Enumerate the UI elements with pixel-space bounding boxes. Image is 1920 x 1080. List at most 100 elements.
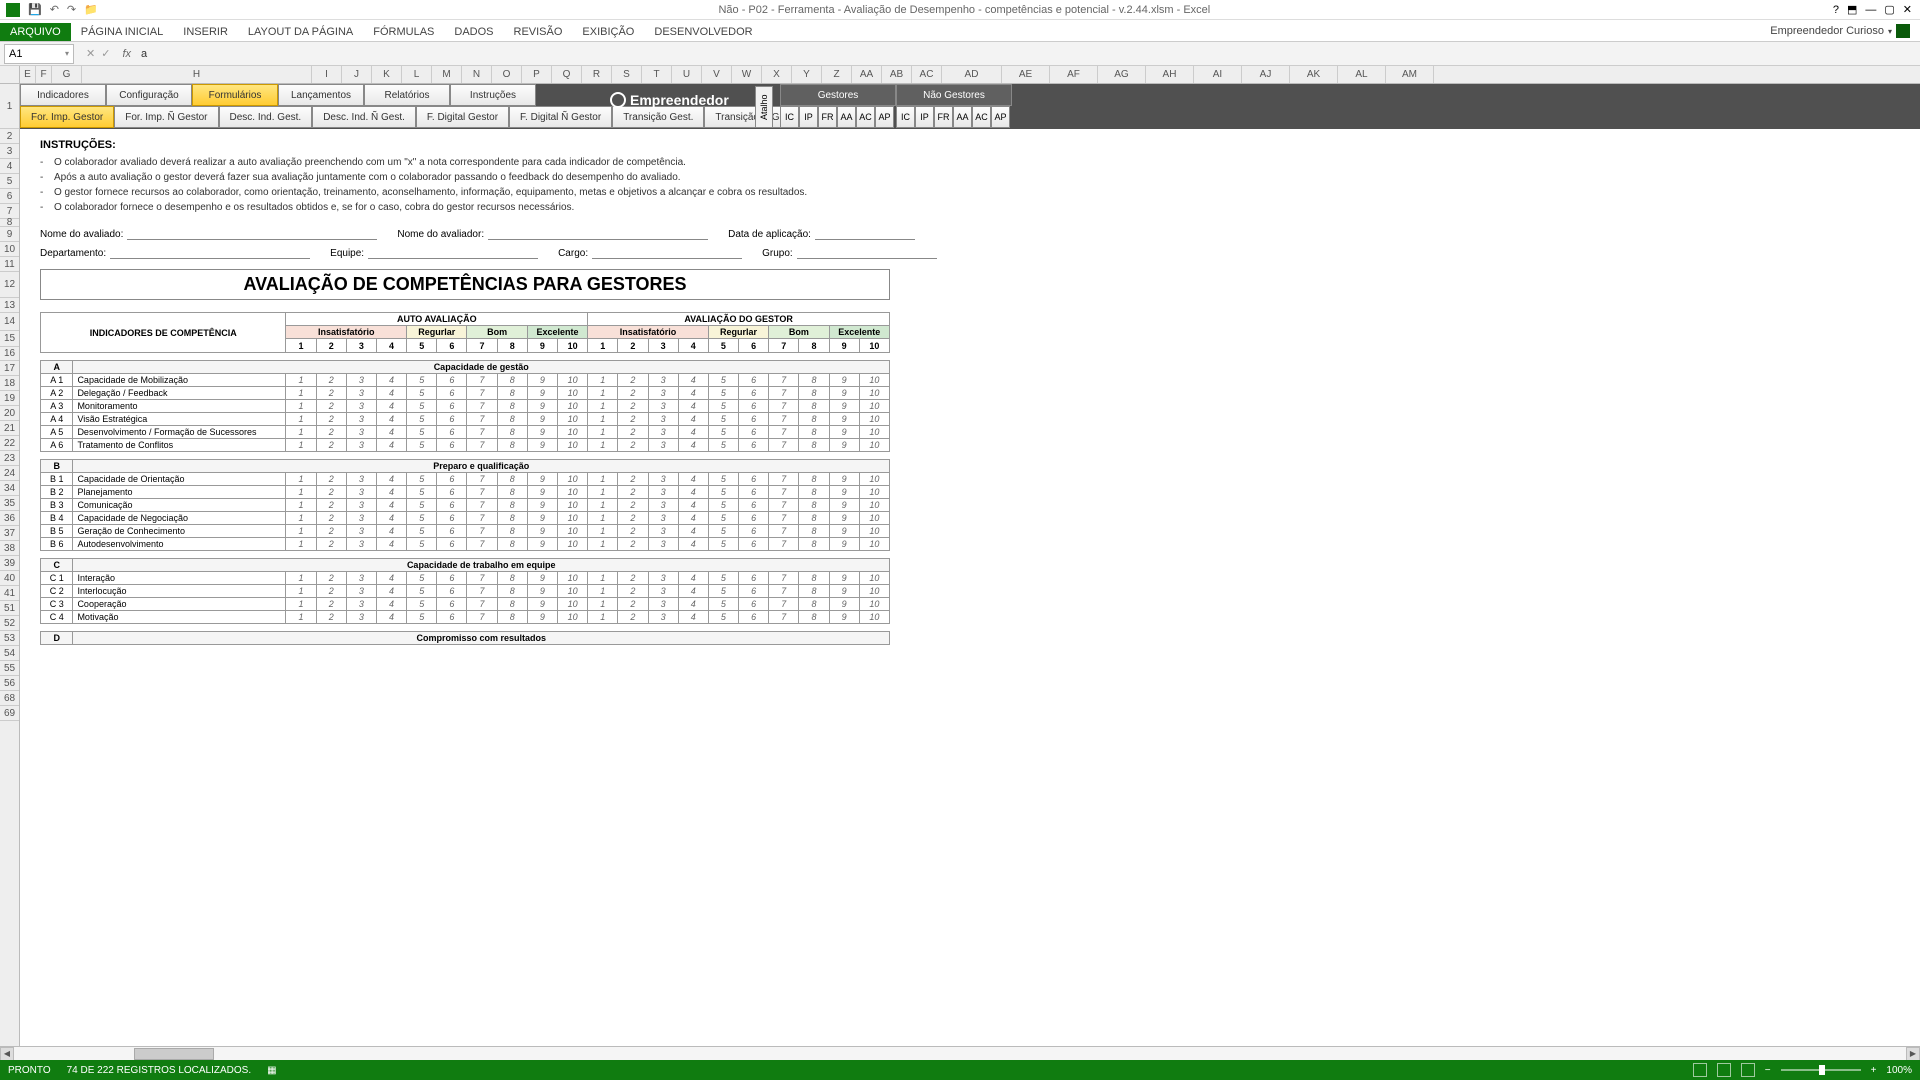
rating-cell[interactable]: 3 xyxy=(346,439,376,452)
rating-cell[interactable]: 5 xyxy=(708,525,738,538)
rating-cell[interactable]: 10 xyxy=(557,400,587,413)
rating-cell[interactable]: 2 xyxy=(618,525,648,538)
rating-cell[interactable]: 1 xyxy=(588,499,618,512)
rating-cell[interactable]: 8 xyxy=(497,486,527,499)
ribbon-tab-inserir[interactable]: INSERIR xyxy=(173,23,238,41)
rating-cell[interactable]: 10 xyxy=(557,611,587,624)
rating-cell[interactable]: 1 xyxy=(588,387,618,400)
rating-cell[interactable]: 7 xyxy=(769,439,799,452)
cancel-icon[interactable]: ✕ xyxy=(86,47,95,60)
rating-cell[interactable]: 9 xyxy=(829,572,859,585)
col-header-AL[interactable]: AL xyxy=(1338,66,1386,83)
col-header-Y[interactable]: Y xyxy=(792,66,822,83)
save-icon[interactable]: 💾 xyxy=(28,3,42,16)
rating-cell[interactable]: 5 xyxy=(708,413,738,426)
rating-cell[interactable]: 3 xyxy=(346,585,376,598)
rating-cell[interactable]: 10 xyxy=(859,585,889,598)
rating-cell[interactable]: 9 xyxy=(829,499,859,512)
rating-cell[interactable]: 1 xyxy=(588,426,618,439)
row-header-52[interactable]: 52 xyxy=(0,616,19,631)
rating-cell[interactable]: 8 xyxy=(799,387,829,400)
rating-cell[interactable]: 10 xyxy=(859,413,889,426)
fx-icon[interactable]: fx xyxy=(118,48,135,60)
rating-cell[interactable]: 2 xyxy=(316,413,346,426)
rating-cell[interactable]: 6 xyxy=(437,400,467,413)
row-header-17[interactable]: 17 xyxy=(0,361,19,376)
rating-cell[interactable]: 3 xyxy=(648,413,678,426)
rating-cell[interactable]: 4 xyxy=(376,486,406,499)
rating-cell[interactable]: 4 xyxy=(376,525,406,538)
rating-cell[interactable]: 8 xyxy=(497,512,527,525)
rating-cell[interactable]: 8 xyxy=(497,439,527,452)
rating-cell[interactable]: 1 xyxy=(286,499,316,512)
col-header-I[interactable]: I xyxy=(312,66,342,83)
col-header-AE[interactable]: AE xyxy=(1002,66,1050,83)
rating-cell[interactable]: 2 xyxy=(618,538,648,551)
col-header-P[interactable]: P xyxy=(522,66,552,83)
rating-cell[interactable]: 8 xyxy=(497,374,527,387)
rating-cell[interactable]: 7 xyxy=(467,473,497,486)
rating-cell[interactable]: 8 xyxy=(799,499,829,512)
view-pagebreak-icon[interactable] xyxy=(1741,1063,1755,1077)
rating-cell[interactable]: 10 xyxy=(557,572,587,585)
field-dept-value[interactable] xyxy=(110,258,310,259)
rating-cell[interactable]: 5 xyxy=(708,400,738,413)
mini-btn-AP[interactable]: AP xyxy=(991,106,1010,128)
rating-cell[interactable]: 6 xyxy=(437,387,467,400)
col-header-AA[interactable]: AA xyxy=(852,66,882,83)
mini-btn-IC[interactable]: IC xyxy=(780,106,799,128)
undo-icon[interactable]: ↶ xyxy=(50,3,59,16)
rating-cell[interactable]: 3 xyxy=(648,598,678,611)
rating-cell[interactable]: 7 xyxy=(769,387,799,400)
row-header-34[interactable]: 34 xyxy=(0,481,19,496)
rating-cell[interactable]: 6 xyxy=(739,439,769,452)
row-header-54[interactable]: 54 xyxy=(0,646,19,661)
rating-cell[interactable]: 5 xyxy=(708,387,738,400)
rating-cell[interactable]: 9 xyxy=(829,426,859,439)
rating-cell[interactable]: 3 xyxy=(346,426,376,439)
help-icon[interactable]: ? xyxy=(1833,4,1839,16)
row-header-53[interactable]: 53 xyxy=(0,631,19,646)
rating-cell[interactable]: 1 xyxy=(588,486,618,499)
col-header-W[interactable]: W xyxy=(732,66,762,83)
rating-cell[interactable]: 8 xyxy=(799,585,829,598)
ribbon-toggle-icon[interactable]: ⬒ xyxy=(1847,3,1857,16)
rating-cell[interactable]: 8 xyxy=(799,538,829,551)
col-header-L[interactable]: L xyxy=(402,66,432,83)
rating-cell[interactable]: 7 xyxy=(467,439,497,452)
rating-cell[interactable]: 4 xyxy=(376,512,406,525)
mini-btn-AA[interactable]: AA xyxy=(837,106,856,128)
rating-cell[interactable]: 5 xyxy=(708,426,738,439)
rating-cell[interactable]: 7 xyxy=(769,499,799,512)
rating-cell[interactable]: 4 xyxy=(678,413,708,426)
rating-cell[interactable]: 10 xyxy=(859,473,889,486)
rating-cell[interactable]: 4 xyxy=(678,486,708,499)
col-header-AG[interactable]: AG xyxy=(1098,66,1146,83)
rating-cell[interactable]: 7 xyxy=(769,473,799,486)
rating-cell[interactable]: 9 xyxy=(829,439,859,452)
row-header-9[interactable]: 9 xyxy=(0,227,19,242)
rating-cell[interactable]: 2 xyxy=(618,611,648,624)
rating-cell[interactable]: 7 xyxy=(769,400,799,413)
rating-cell[interactable]: 6 xyxy=(739,585,769,598)
rating-cell[interactable]: 1 xyxy=(588,374,618,387)
mini-btn-AC[interactable]: AC xyxy=(856,106,875,128)
rating-cell[interactable]: 5 xyxy=(407,611,437,624)
ribbon-tab-desenvolvedor[interactable]: DESENVOLVEDOR xyxy=(644,23,762,41)
rating-cell[interactable]: 6 xyxy=(437,572,467,585)
rating-cell[interactable]: 3 xyxy=(346,499,376,512)
rating-cell[interactable]: 2 xyxy=(316,439,346,452)
row-header-16[interactable]: 16 xyxy=(0,347,19,361)
rating-cell[interactable]: 4 xyxy=(678,538,708,551)
rating-cell[interactable]: 5 xyxy=(407,499,437,512)
col-header-AF[interactable]: AF xyxy=(1050,66,1098,83)
zoom-slider[interactable] xyxy=(1781,1069,1861,1071)
rating-cell[interactable]: 1 xyxy=(588,413,618,426)
rating-cell[interactable]: 4 xyxy=(376,598,406,611)
rating-cell[interactable]: 6 xyxy=(739,473,769,486)
nav-relatórios[interactable]: Relatórios xyxy=(364,84,450,106)
col-header-AK[interactable]: AK xyxy=(1290,66,1338,83)
rating-cell[interactable]: 8 xyxy=(799,572,829,585)
row-header-18[interactable]: 18 xyxy=(0,376,19,391)
minimize-icon[interactable]: — xyxy=(1865,4,1876,16)
